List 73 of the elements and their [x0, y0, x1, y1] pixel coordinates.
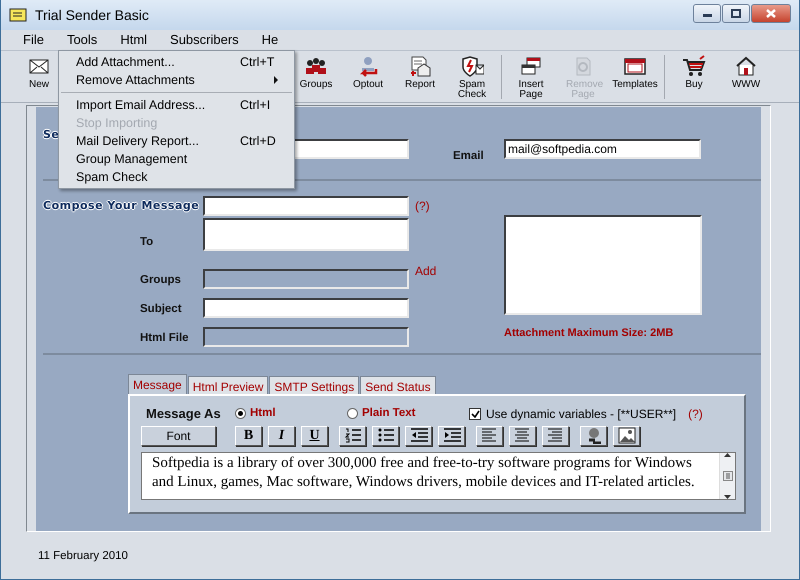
- picture-icon: [618, 427, 636, 444]
- document-envelope-icon: [408, 55, 432, 77]
- title-field[interactable]: [203, 196, 409, 216]
- email-field[interactable]: mail@softpedia.com: [504, 139, 701, 159]
- indent-icon: [442, 427, 460, 444]
- menu-item[interactable]: Tools: [66, 30, 98, 50]
- message-as-label: Message As: [146, 405, 222, 423]
- check-icon: [470, 410, 480, 418]
- toolbar-button[interactable]: Insert Page: [505, 55, 557, 100]
- align-center-icon: [514, 427, 532, 444]
- attachment-list[interactable]: [504, 215, 702, 315]
- tab[interactable]: SMTP Settings: [269, 376, 360, 394]
- submenu-arrow-icon: [274, 76, 278, 84]
- shield-envelope-icon: [460, 55, 484, 77]
- scroll-thumb-icon: [722, 470, 732, 480]
- toolbar-button[interactable]: Templates: [609, 55, 661, 90]
- scroll-up-icon: [724, 452, 731, 456]
- format-button[interactable]: I: [268, 426, 295, 446]
- radio-label: Plain Text: [362, 406, 416, 422]
- numbered-list-icon: [344, 427, 362, 444]
- font-button[interactable]: Font: [141, 426, 216, 446]
- maximize-button[interactable]: [722, 4, 750, 22]
- toolbar-button[interactable]: Optout: [342, 55, 394, 90]
- radio-button[interactable]: [347, 408, 358, 420]
- toolbar-button[interactable]: Report: [394, 55, 446, 90]
- radio-label: Html: [250, 406, 277, 422]
- sender-label: Se: [43, 128, 60, 141]
- menu-item[interactable]: Subscribers: [170, 30, 239, 50]
- house-icon: [734, 55, 758, 77]
- shopping-cart-icon: [682, 55, 706, 77]
- format-button[interactable]: U: [301, 426, 328, 446]
- menu-item[interactable]: He: [262, 30, 278, 50]
- menu-item[interactable]: Group Management: [59, 150, 294, 168]
- window-title: Trial Sender Basic: [35, 6, 149, 24]
- field-label: Subject: [140, 302, 182, 315]
- close-icon: [766, 8, 776, 18]
- menu-item[interactable]: Mail Delivery Report... Ctrl+D: [59, 132, 294, 150]
- maximize-icon: [731, 8, 741, 18]
- field-label: Html File: [140, 332, 189, 344]
- align-left-icon: [480, 427, 498, 444]
- close-button[interactable]: [751, 4, 791, 22]
- menu-item[interactable]: Html: [120, 30, 148, 50]
- outdent-icon: [410, 427, 428, 444]
- compose-title: Compose Your Message: [43, 198, 200, 214]
- attachment-size-note: Attachment Maximum Size: 2MB: [504, 326, 674, 341]
- text-area[interactable]: [203, 218, 409, 251]
- scrollbar[interactable]: [719, 452, 735, 498]
- field-label: Groups: [140, 274, 181, 286]
- tab[interactable]: Html Preview: [188, 376, 268, 394]
- bullet-list-icon: [376, 427, 394, 444]
- app-icon: [9, 8, 27, 22]
- input-field[interactable]: [203, 298, 409, 318]
- toolbar-button[interactable]: Spam Check: [446, 55, 498, 100]
- radio-button[interactable]: [235, 408, 246, 420]
- minimize-button[interactable]: [693, 4, 721, 22]
- toolbar-button[interactable]: WWW: [720, 55, 772, 90]
- tab[interactable]: Send Status: [360, 376, 436, 394]
- tab[interactable]: Message: [128, 374, 187, 394]
- status-date: 11 February 2010: [38, 549, 129, 564]
- menu-item[interactable]: Import Email Address... Ctrl+I: [59, 96, 294, 114]
- checkbox[interactable]: [469, 408, 481, 420]
- windows-icon: [519, 55, 543, 77]
- email-label: Email: [453, 149, 485, 164]
- help-link[interactable]: (?): [688, 404, 703, 423]
- align-right-icon: [546, 427, 564, 444]
- scroll-down-icon: [724, 494, 731, 498]
- checkbox-label: Use dynamic variables - [**USER**]: [486, 406, 676, 423]
- field-label: To: [140, 236, 154, 248]
- people-icon: [304, 55, 328, 77]
- menu-item[interactable]: File: [23, 30, 44, 50]
- format-button[interactable]: B: [235, 426, 262, 446]
- menu-item[interactable]: Spam Check: [59, 168, 294, 186]
- toolbar-button[interactable]: Buy: [668, 55, 720, 90]
